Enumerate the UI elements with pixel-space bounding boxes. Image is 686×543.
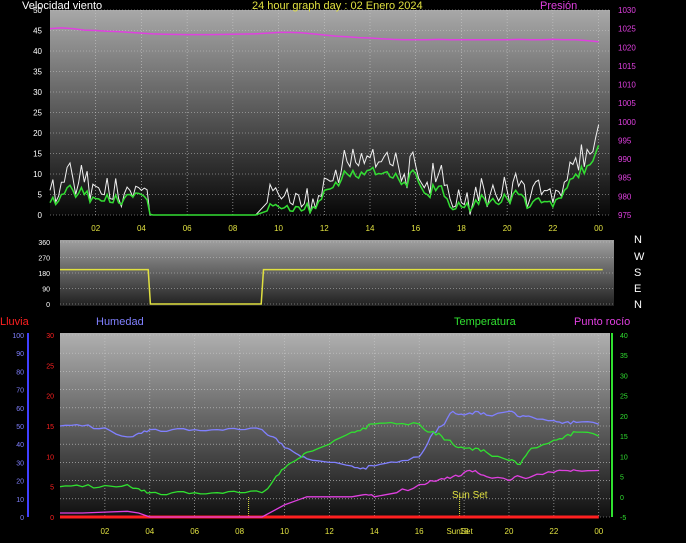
rain-y-tick: 20 (46, 394, 54, 401)
climate-x-tick: 16 (415, 527, 424, 536)
temperature-y-tick: 15 (620, 434, 628, 441)
climate-x-tick: 04 (145, 527, 154, 536)
climate-x-tick: 00 (594, 527, 603, 536)
temperature-y-tick: 10 (620, 454, 628, 461)
wind-y-tick: 45 (33, 27, 42, 36)
climate-x-tick: 06 (190, 527, 199, 536)
wind-y-tick: 40 (33, 47, 42, 56)
rain-y-tick: 0 (50, 515, 54, 522)
wind-y-tick: 30 (33, 88, 42, 97)
wind-y-tick: 5 (38, 191, 43, 200)
wind-x-tick: 08 (228, 224, 237, 233)
humidity-y-tick: 80 (16, 369, 24, 376)
rain-y-tick: 25 (46, 363, 54, 370)
humidity-y-tick: 100 (12, 333, 24, 340)
temperature-y-tick: 25 (620, 394, 628, 401)
humidity-y-tick: 50 (16, 424, 24, 431)
pressure-y-tick: 1000 (618, 118, 636, 127)
dewpoint-label: Punto rocío (574, 316, 631, 328)
climate-plot-area (60, 333, 610, 517)
wind-x-tick: 00 (594, 224, 603, 233)
temperature-y-tick: 0 (620, 495, 624, 502)
pressure-y-tick: 1020 (618, 43, 636, 52)
direction-y-tick: 90 (42, 287, 50, 294)
humidity-y-tick: 10 (16, 497, 24, 504)
wind-x-tick: 06 (183, 224, 192, 233)
temperature-y-tick: 5 (620, 475, 624, 482)
wind-x-tick: 22 (548, 224, 557, 233)
pressure-label: Presión (540, 0, 578, 12)
temperature-y-tick: 40 (620, 333, 628, 340)
climate-x-tick: 08 (235, 527, 244, 536)
direction-label-e: E (634, 283, 642, 295)
climate-x-tick: 10 (280, 527, 289, 536)
rain-y-tick: 15 (46, 424, 54, 431)
rain-label: Lluvia (0, 316, 29, 328)
pressure-y-tick: 985 (618, 174, 632, 183)
direction-y-tick: 360 (38, 240, 50, 247)
humidity-y-tick: 90 (16, 351, 24, 358)
direction-y-tick: 270 (38, 256, 50, 263)
pressure-y-tick: 975 (618, 211, 632, 220)
wind-y-tick: 35 (33, 68, 42, 77)
direction-label-n-bottom: N (634, 299, 642, 311)
pressure-y-tick: 1010 (618, 81, 636, 90)
pressure-y-tick: 995 (618, 136, 632, 145)
humidity-y-tick: 30 (16, 460, 24, 467)
rain-y-tick: 5 (50, 485, 54, 492)
temperature-y-tick: 35 (620, 353, 628, 360)
humidity-y-tick: 40 (16, 442, 24, 449)
pressure-y-tick: 990 (618, 155, 632, 164)
humidity-y-tick: 0 (20, 515, 24, 522)
wind-x-tick: 14 (366, 224, 375, 233)
wind-y-tick: 0 (38, 211, 43, 220)
wind-x-tick: 20 (503, 224, 512, 233)
wind-y-tick: 25 (33, 109, 42, 118)
wind-y-tick: 10 (33, 170, 42, 179)
direction-label-s: S (634, 267, 642, 279)
sun-set-label: Sun Set (452, 490, 488, 501)
wind-x-tick: 02 (91, 224, 100, 233)
pressure-y-tick: 1005 (618, 99, 636, 108)
temperature-y-tick: -5 (620, 515, 626, 522)
humidity-y-tick: 70 (16, 388, 24, 395)
humidity-y-tick: 60 (16, 406, 24, 413)
direction-label-n-top: N (634, 234, 642, 246)
humidity-y-tick: 20 (16, 479, 24, 486)
climate-x-tick: 12 (325, 527, 334, 536)
wind-x-tick: 10 (274, 224, 283, 233)
weather-charts: 0510152025303540455097598098599099510001… (12, 6, 636, 536)
temperature-y-tick: 30 (620, 373, 628, 380)
climate-x-tick: 20 (505, 527, 514, 536)
pressure-y-tick: 1025 (618, 25, 636, 34)
pressure-y-tick: 980 (618, 192, 632, 201)
wind-y-tick: 15 (33, 150, 42, 159)
wind-x-tick: 18 (457, 224, 466, 233)
direction-y-tick: 180 (38, 271, 50, 278)
climate-x-tick: 22 (549, 527, 558, 536)
temperature-y-tick: 20 (620, 414, 628, 421)
page-title: 24 hour graph day : 02 Enero 2024 (252, 0, 423, 12)
pressure-y-tick: 1030 (618, 6, 636, 15)
humidity-label: Humedad (96, 316, 144, 328)
wind-x-tick: 04 (137, 224, 146, 233)
direction-label-w: W (634, 251, 645, 263)
direction-y-tick: 0 (46, 302, 50, 309)
wind-x-tick: 12 (320, 224, 329, 233)
wind-speed-label: Velocidad viento (22, 0, 103, 12)
wind-x-tick: 16 (411, 224, 420, 233)
sun-set-axis-label: SunSet (446, 527, 473, 536)
climate-x-tick: 14 (370, 527, 379, 536)
rain-y-tick: 30 (46, 333, 54, 340)
climate-x-tick: 02 (100, 527, 109, 536)
wind-y-tick: 20 (33, 129, 42, 138)
pressure-y-tick: 1015 (618, 62, 636, 71)
temperature-label: Temperatura (454, 316, 516, 328)
rain-y-tick: 10 (46, 454, 54, 461)
